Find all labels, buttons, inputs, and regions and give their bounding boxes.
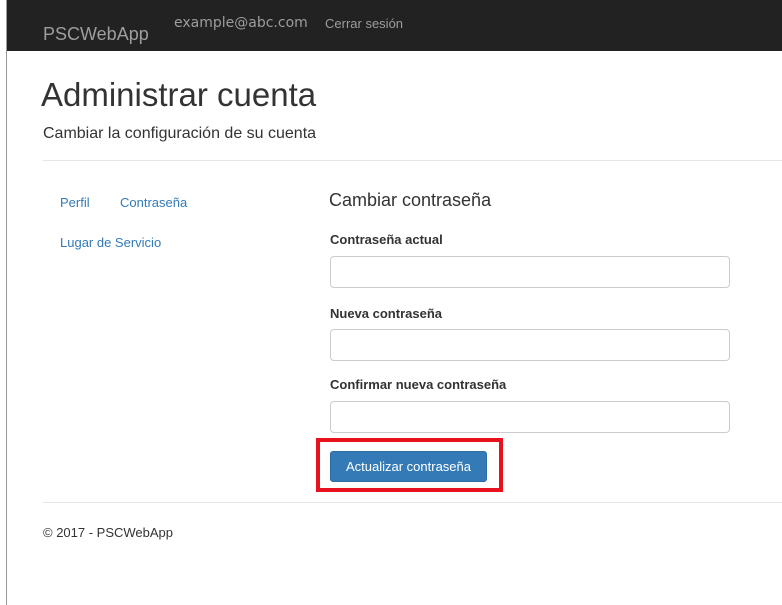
navbar: PSCWebApp example@abc.com Cerrar sesión	[7, 0, 782, 51]
new-password-input[interactable]	[330, 329, 730, 361]
footer-divider	[43, 502, 782, 503]
footer-copyright: © 2017 - PSCWebApp	[43, 525, 174, 540]
form-title: Cambiar contraseña	[329, 190, 492, 210]
new-password-label: Nueva contraseña	[330, 306, 442, 321]
logout-link[interactable]: Cerrar sesión	[325, 16, 403, 31]
current-password-input[interactable]	[330, 256, 730, 288]
current-password-label: Contraseña actual	[330, 232, 443, 247]
header-divider	[43, 160, 782, 161]
confirm-password-input[interactable]	[330, 401, 730, 433]
user-email: example@abc.com	[174, 15, 308, 31]
sidebar-item-perfil[interactable]: Perfil	[60, 195, 90, 210]
page-subtitle: Cambiar la configuración de su cuenta	[43, 125, 317, 142]
sidebar-item-lugar-de-servicio[interactable]: Lugar de Servicio	[60, 235, 161, 250]
update-password-button[interactable]: Actualizar contraseña	[330, 451, 487, 482]
sidebar-item-contrasena[interactable]: Contraseña	[120, 195, 187, 210]
brand-link[interactable]: PSCWebApp	[43, 24, 149, 45]
confirm-password-label: Confirmar nueva contraseña	[330, 377, 507, 392]
window-border	[6, 0, 7, 605]
page-title: Administrar cuenta	[41, 76, 317, 113]
